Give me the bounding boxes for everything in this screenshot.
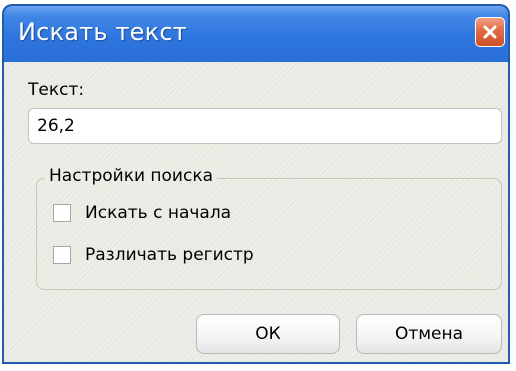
dialog-body: Текст: 26,2 Настройки поиска Искать с на…	[2, 62, 510, 364]
ok-button[interactable]: ОК	[196, 314, 340, 354]
option-match-case[interactable]: Различать регистр	[53, 245, 254, 265]
close-icon	[483, 25, 497, 39]
close-button[interactable]	[475, 17, 505, 47]
search-text-dialog: Искать текст Текст: 26,2 Настройки поиск…	[0, 0, 516, 371]
search-text-input[interactable]: 26,2	[28, 108, 502, 144]
search-options-group: Настройки поиска Искать с начала Различа…	[36, 166, 502, 290]
text-label: Текст:	[28, 80, 85, 100]
match-case-label: Различать регистр	[85, 245, 254, 265]
option-from-start[interactable]: Искать с начала	[53, 203, 231, 223]
title-bar[interactable]: Искать текст	[2, 4, 510, 62]
search-options-legend: Настройки поиска	[45, 166, 218, 186]
from-start-label: Искать с начала	[85, 203, 232, 223]
from-start-checkbox[interactable]	[53, 204, 71, 222]
match-case-checkbox[interactable]	[53, 246, 71, 264]
cancel-button[interactable]: Отмена	[356, 314, 502, 354]
window-title: Искать текст	[18, 18, 187, 46]
